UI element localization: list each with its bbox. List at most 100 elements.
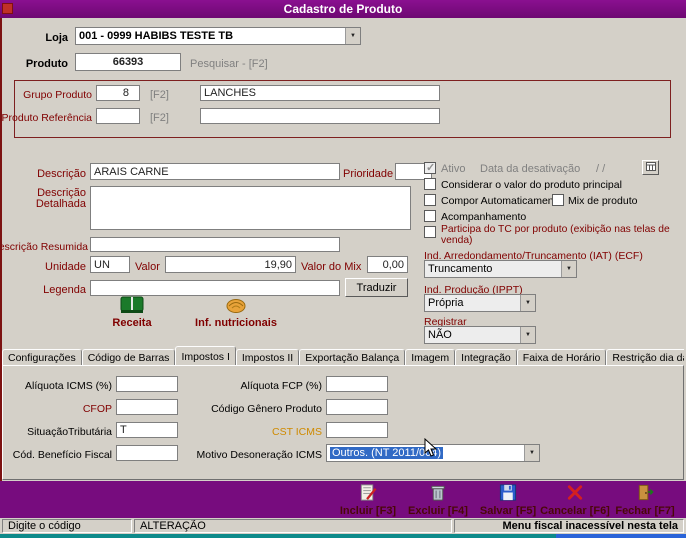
- acompanhamento-label: Acompanhamento: [441, 210, 527, 223]
- tab-exportacao-balanca[interactable]: Exportação Balança: [299, 349, 406, 365]
- valor-mix-label: Valor do Mix: [301, 260, 362, 273]
- aliquota-icms-label: Alíquota ICMS (%): [25, 379, 112, 392]
- unidade-input[interactable]: UN: [90, 256, 130, 273]
- cfop-label: CFOP: [82, 402, 112, 415]
- ippt-select-value: Própria: [428, 297, 464, 309]
- chevron-down-icon[interactable]: [561, 261, 576, 277]
- incluir-button[interactable]: Incluir [F3]: [334, 483, 402, 517]
- fechar-icon: [635, 483, 655, 505]
- cst-icms-label: CST ICMS: [272, 425, 322, 438]
- ativo-label: Ativo: [441, 162, 466, 175]
- unidade-label: Unidade: [45, 260, 86, 273]
- taskbar: [0, 534, 686, 538]
- tab-configuracoes[interactable]: Configurações: [2, 349, 82, 365]
- salvar-label: Salvar [F5]: [479, 505, 537, 517]
- aliquota-icms-input[interactable]: [116, 376, 178, 392]
- calendar-icon: [645, 161, 656, 174]
- calendar-button[interactable]: [642, 160, 659, 175]
- window-title: Cadastro de Produto: [283, 2, 403, 16]
- chevron-down-icon[interactable]: [520, 295, 535, 311]
- aliquota-fcp-label: Alíquota FCP (%): [240, 379, 322, 392]
- app-icon: [2, 3, 13, 14]
- traduzir-button[interactable]: Traduzir: [345, 278, 408, 297]
- participa-tc-checkbox[interactable]: [424, 226, 436, 238]
- cancelar-button[interactable]: Cancelar [F6]: [540, 483, 610, 517]
- iat-select-value: Truncamento: [428, 263, 493, 275]
- incluir-icon: [358, 483, 378, 505]
- valor-input[interactable]: 19,90: [165, 256, 296, 273]
- ippt-select[interactable]: Própria: [424, 294, 536, 312]
- situacao-tributaria-label: SituaçãoTributária: [27, 425, 112, 438]
- iat-select[interactable]: Truncamento: [424, 260, 577, 278]
- compor-automaticamente-checkbox[interactable]: [424, 194, 436, 206]
- tab-imagem[interactable]: Imagem: [405, 349, 456, 365]
- produto-label: Produto: [25, 57, 68, 70]
- descricao-detalhada-textarea[interactable]: [90, 186, 411, 230]
- excluir-label: Excluir [F4]: [408, 505, 468, 517]
- cfop-input[interactable]: [116, 399, 178, 415]
- grupo-produto-label: Grupo Produto: [23, 88, 92, 101]
- tab-faixa-de-horario[interactable]: Faixa de Horário: [516, 349, 607, 365]
- considerar-valor-checkbox[interactable]: [424, 178, 436, 190]
- compor-automaticamente-label: Compor Automaticamente: [441, 194, 563, 207]
- chevron-down-icon[interactable]: [345, 28, 360, 44]
- ativo-checkbox: [424, 161, 436, 174]
- registrar-select[interactable]: NÃO: [424, 326, 536, 344]
- mouse-cursor: [424, 437, 438, 460]
- tab-impostos-2[interactable]: Impostos II: [235, 349, 300, 365]
- mix-de-produto-checkbox[interactable]: [552, 194, 564, 206]
- valor-label: Valor: [135, 260, 160, 273]
- cod-beneficio-label: Cód. Benefício Fiscal: [12, 448, 112, 461]
- loja-select[interactable]: 001 - 0999 HABIBS TESTE TB: [75, 27, 361, 45]
- receita-icon[interactable]: [120, 296, 144, 317]
- codigo-genero-label: Código Gênero Produto: [211, 402, 322, 415]
- participa-tc-label: Participa do TC por produto (exibição na…: [441, 224, 670, 246]
- descricao-resumida-input[interactable]: [90, 237, 340, 252]
- chevron-down-icon[interactable]: [524, 445, 539, 461]
- codigo-genero-input[interactable]: [326, 399, 388, 415]
- excluir-button[interactable]: Excluir [F4]: [404, 483, 472, 517]
- situacao-tributaria-input[interactable]: T: [116, 422, 178, 438]
- fechar-button[interactable]: Fechar [F7]: [611, 483, 679, 517]
- descricao-input[interactable]: ARAIS CARNE: [90, 163, 340, 180]
- tab-codigo-de-barras[interactable]: Código de Barras: [81, 349, 176, 365]
- chevron-down-icon[interactable]: [520, 327, 535, 343]
- grupo-produto-code-input[interactable]: 8: [96, 85, 140, 101]
- inf-nutricionais-label[interactable]: Inf. nutricionais: [190, 317, 282, 329]
- legenda-input[interactable]: [90, 280, 340, 296]
- registrar-select-value: NÃO: [428, 329, 452, 341]
- cst-icms-input[interactable]: [326, 422, 388, 438]
- status-right: Menu fiscal inacessível nesta tela: [454, 519, 684, 533]
- loja-select-value: 001 - 0999 HABIBS TESTE TB: [79, 30, 234, 42]
- descricao-resumida-label: Descrição Resumida: [0, 240, 88, 253]
- mix-de-produto-label: Mix de produto: [568, 194, 638, 207]
- acompanhamento-checkbox[interactable]: [424, 210, 436, 222]
- title-bar: Cadastro de Produto: [0, 0, 686, 18]
- considerar-valor-label: Considerar o valor do produto principal: [441, 178, 622, 191]
- tab-strip: Configurações Código de Barras Impostos …: [2, 346, 684, 365]
- salvar-button[interactable]: Salvar [F5]: [474, 483, 542, 517]
- incluir-label: Incluir [F3]: [339, 505, 397, 517]
- descricao-label: Descrição: [37, 167, 86, 180]
- cod-beneficio-input[interactable]: [116, 445, 178, 461]
- excluir-icon: [428, 483, 448, 505]
- tab-restricao-dia-da-semana[interactable]: Restrição dia da semana: [606, 349, 684, 365]
- receita-label[interactable]: Receita: [100, 317, 164, 329]
- window-left-border: [0, 18, 2, 481]
- data-desativacao-label: Data da desativação: [480, 162, 581, 175]
- prioridade-label: Prioridade: [343, 167, 394, 180]
- aliquota-fcp-input[interactable]: [326, 376, 388, 392]
- salvar-icon: [498, 483, 518, 505]
- tab-impostos-1[interactable]: Impostos I: [175, 346, 236, 365]
- inf-nutricionais-icon[interactable]: [226, 296, 246, 317]
- grupo-produto-nome-field[interactable]: LANCHES: [200, 85, 440, 101]
- produto-input[interactable]: 66393: [75, 53, 181, 71]
- legenda-label: Legenda: [43, 283, 86, 296]
- fechar-label: Fechar [F7]: [615, 505, 675, 517]
- valor-mix-input[interactable]: 0,00: [367, 256, 408, 273]
- tab-integracao[interactable]: Integração: [455, 349, 517, 365]
- produto-referencia-nome-field[interactable]: [200, 108, 440, 124]
- cancelar-label: Cancelar [F6]: [540, 505, 610, 517]
- descricao-detalhada-label: Descrição Detalhada: [35, 187, 86, 210]
- produto-referencia-code-input[interactable]: [96, 108, 140, 124]
